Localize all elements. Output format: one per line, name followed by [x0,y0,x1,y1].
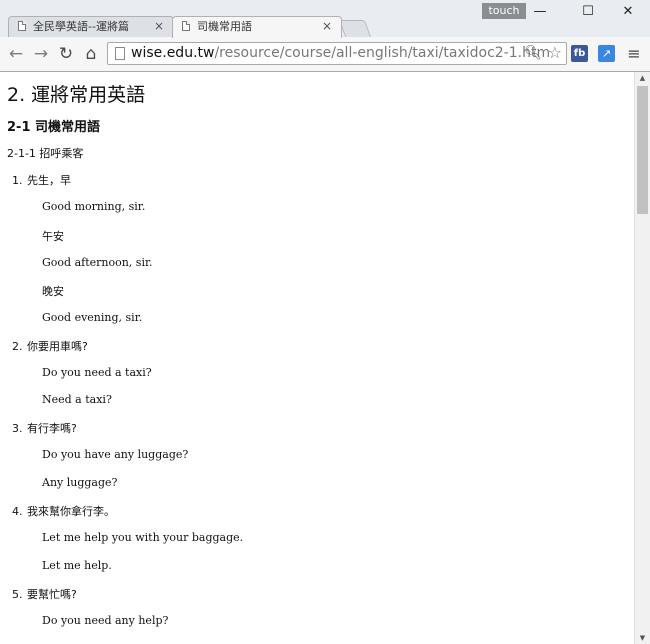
section-heading: 2-1 司機常用語 [7,120,101,135]
answer-text: Do you need any help? [42,614,169,627]
new-tab-button[interactable] [338,20,372,37]
reload-button[interactable]: ↻ [55,43,77,65]
url-text[interactable]: wise.edu.tw/resource/course/all-english/… [131,43,550,64]
menu-icon[interactable]: ≡ [624,44,644,64]
item-number: 5. [12,588,23,601]
item-number: 4. [12,505,23,518]
item-number: 1. [12,174,23,187]
list-item: 1. 先生，早 [12,172,71,188]
answer-text: Let me help. [42,559,112,572]
scrollbar-thumb[interactable] [637,86,648,214]
tab-active[interactable]: 司機常用語 × [172,16,342,38]
address-bar[interactable]: wise.edu.tw/resource/course/all-english/… [107,42,567,65]
url-path: /resource/course/all-english/taxi/taxido… [214,45,551,61]
answer-text: Need a taxi? [42,393,112,406]
page-content: 2. 運將常用英語 2-1 司機常用語 2-1-1 招呼乘客 1. 先生，早 Go… [0,72,634,644]
tab-title: 全民學英語--運將篇 [33,20,129,33]
answer-text: Good afternoon, sir. [42,256,153,269]
vertical-scrollbar[interactable]: ▲ ▼ [634,72,650,644]
list-item: 2. 你要用車嗎? [12,338,88,354]
answer-text: Any luggage? [42,476,118,489]
forward-button[interactable]: → [30,43,52,65]
answer-text: Let me help you with your baggage. [42,531,244,544]
extension-icon[interactable]: ↗ [598,45,615,62]
toolbar: ← → ↻ ⌂ wise.edu.tw/resource/course/all-… [0,37,650,72]
item-text: 要幫忙嗎? [27,588,77,601]
close-window-button[interactable]: ✕ [606,2,650,22]
list-item: 5. 要幫忙嗎? [12,586,77,602]
page-icon [18,21,26,31]
page-icon [182,21,190,31]
search-icon[interactable]: 🔍︎ [524,43,542,64]
tab-close-icon[interactable]: × [322,17,332,36]
list-item: 4. 我來幫你拿行李。 [12,503,115,519]
tab-inactive[interactable]: 全民學英語--運將篇 × [8,16,174,37]
tab-close-icon[interactable]: × [154,17,164,36]
page-info-icon[interactable] [115,47,125,60]
maximize-button[interactable]: ☐ [566,2,610,22]
scroll-up-icon[interactable]: ▲ [635,72,650,84]
scroll-down-icon[interactable]: ▼ [635,632,650,644]
item-number: 3. [12,422,23,435]
home-button[interactable]: ⌂ [80,43,102,65]
answer-text: Good morning, sir. [42,200,146,213]
list-item: 3. 有行李嗎? [12,420,77,436]
subsection-heading: 2-1-1 招呼乘客 [7,147,84,160]
answer-text: Do you have any luggage? [42,448,189,461]
minimize-button[interactable]: — [518,2,562,22]
item-text: 有行李嗎? [27,422,77,435]
answer-text: Good evening, sir. [42,311,143,324]
facebook-extension-icon[interactable]: fb [571,45,588,62]
page-heading: 2. 運將常用英語 [7,84,146,106]
item-text: 我來幫你拿行李。 [27,505,115,518]
item-number: 2. [12,340,23,353]
answer-text: 晚安 [42,285,64,298]
item-text: 你要用車嗎? [27,340,88,353]
back-button[interactable]: ← [5,43,27,65]
title-bar: 全民學英語--運將篇 × 司機常用語 × touch — ☐ ✕ [0,0,650,38]
answer-text: 午安 [42,230,64,243]
star-icon[interactable]: ☆ [548,42,562,63]
tab-title: 司機常用語 [197,20,252,33]
answer-text: Do you need a taxi? [42,366,152,379]
item-text: 先生，早 [27,174,71,187]
url-host: wise.edu.tw [131,45,215,61]
